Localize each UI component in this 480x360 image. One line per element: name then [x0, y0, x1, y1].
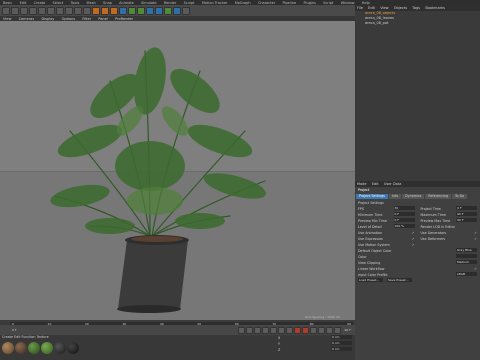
- coord-system-icon[interactable]: [83, 6, 91, 15]
- tab-project-settings[interactable]: Project Settings: [356, 194, 388, 199]
- material-swatch-leaf2[interactable]: [41, 342, 53, 354]
- color-swatch[interactable]: [456, 254, 477, 258]
- material-swatch-stem[interactable]: [54, 342, 66, 354]
- 3d-viewport[interactable]: [0, 21, 355, 320]
- end-frame: 90 F: [344, 328, 352, 332]
- current-frame: 0 F: [12, 328, 17, 332]
- camera-icon[interactable]: [173, 6, 181, 15]
- scale-icon[interactable]: [38, 6, 46, 15]
- pot-body: [118, 240, 188, 309]
- coord-x-field[interactable]: 0 cm: [331, 335, 352, 339]
- redo-icon[interactable]: [11, 6, 19, 15]
- keyframe-selection-icon[interactable]: [309, 326, 317, 334]
- default-color-dropdown[interactable]: Gray Blue: [456, 248, 477, 252]
- z-axis-icon[interactable]: [74, 6, 82, 15]
- save-preset-button[interactable]: Save Preset...: [387, 278, 412, 282]
- lod-field[interactable]: 100 %: [393, 224, 415, 228]
- next-frame-icon[interactable]: [269, 326, 277, 334]
- tab-to-do[interactable]: To Do: [452, 194, 468, 199]
- attribute-manager: Project Project Settings Info Dynamics R…: [355, 187, 480, 360]
- floor-icon[interactable]: [164, 6, 172, 15]
- am-row-use-deformers: Use Deformers ✓: [420, 236, 478, 242]
- prev-key-icon[interactable]: [245, 326, 253, 334]
- cube-icon[interactable]: [119, 6, 127, 15]
- mat-menu-texture[interactable]: Texture: [37, 335, 49, 339]
- tab-dynamics[interactable]: Dynamics: [402, 194, 425, 199]
- preview-min-field[interactable]: 0 F: [393, 218, 415, 222]
- y-axis-icon[interactable]: [65, 6, 73, 15]
- main-toolbar: [0, 5, 355, 16]
- record-icon[interactable]: [293, 326, 301, 334]
- coord-y-field[interactable]: 0 cm: [331, 341, 352, 345]
- object-row[interactable]: areca_08_pot: [355, 21, 480, 26]
- plant-render: [50, 47, 267, 313]
- subdivision-icon[interactable]: [137, 6, 145, 15]
- material-swatch-soil[interactable]: [15, 342, 27, 354]
- render-picture-viewer-icon[interactable]: [101, 6, 109, 15]
- goto-start-icon[interactable]: [237, 326, 245, 334]
- coordinates-manager: X0 cm Y0 cm Z0 cm: [275, 335, 355, 360]
- spline-pen-icon[interactable]: [128, 6, 136, 15]
- coord-z-row: Z0 cm: [275, 347, 355, 353]
- position-key-icon[interactable]: [317, 326, 325, 334]
- use-motion-checkbox[interactable]: ✓: [412, 242, 415, 248]
- fps-field[interactable]: 30: [393, 206, 415, 210]
- rotate-icon[interactable]: [47, 6, 55, 15]
- light-icon[interactable]: [182, 6, 190, 15]
- array-icon[interactable]: [146, 6, 154, 15]
- move-icon[interactable]: [29, 6, 37, 15]
- material-swatch-leaf1[interactable]: [28, 342, 40, 354]
- load-preset-button[interactable]: Load Preset...: [358, 278, 383, 282]
- preview-max-field[interactable]: 90 F: [456, 218, 477, 222]
- view-clipping-dropdown[interactable]: Medium: [456, 260, 477, 264]
- live-select-icon[interactable]: [20, 6, 28, 15]
- autokey-icon[interactable]: [301, 326, 309, 334]
- transport-controls: 0 F 90 F: [0, 325, 355, 335]
- mat-menu-function[interactable]: Function: [21, 335, 35, 339]
- undo-icon[interactable]: [2, 6, 10, 15]
- next-key-icon[interactable]: [277, 326, 285, 334]
- material-swatch-dark[interactable]: [67, 342, 79, 354]
- pot-base: [117, 305, 181, 313]
- max-time-field[interactable]: 90 F: [456, 212, 477, 216]
- material-swatch-pot[interactable]: [2, 342, 14, 354]
- coord-z-field[interactable]: 0 cm: [331, 347, 352, 351]
- tab-referencing[interactable]: Referencing: [425, 194, 452, 199]
- mat-menu-edit[interactable]: Edit: [14, 335, 20, 339]
- play-icon[interactable]: [261, 326, 269, 334]
- goto-end-icon[interactable]: [285, 326, 293, 334]
- bend-deformer-icon[interactable]: [155, 6, 163, 15]
- project-time-field[interactable]: 0 F: [456, 206, 477, 210]
- prev-frame-icon[interactable]: [253, 326, 261, 334]
- x-axis-icon[interactable]: [56, 6, 64, 15]
- scale-key-icon[interactable]: [325, 326, 333, 334]
- tab-info[interactable]: Info: [388, 194, 402, 199]
- min-time-field[interactable]: 0 F: [393, 212, 415, 216]
- object-manager: areca_08_objects areca_08_leaves areca_0…: [355, 11, 480, 181]
- pot-soil: [131, 236, 183, 242]
- am-preset-buttons: Load Preset... Save Preset...: [355, 278, 480, 282]
- am-tabs: Project Settings Info Dynamics Referenci…: [355, 193, 480, 200]
- rotation-key-icon[interactable]: [333, 326, 341, 334]
- use-deformers-checkbox[interactable]: ✓: [474, 236, 477, 242]
- grid-spacing-status: Grid Spacing : 1000 cm: [305, 315, 341, 319]
- input-color-profile-dropdown[interactable]: sRGB: [456, 272, 477, 276]
- render-settings-icon[interactable]: [110, 6, 118, 15]
- mat-menu-create[interactable]: Create: [2, 335, 13, 339]
- render-view-icon[interactable]: [92, 6, 100, 15]
